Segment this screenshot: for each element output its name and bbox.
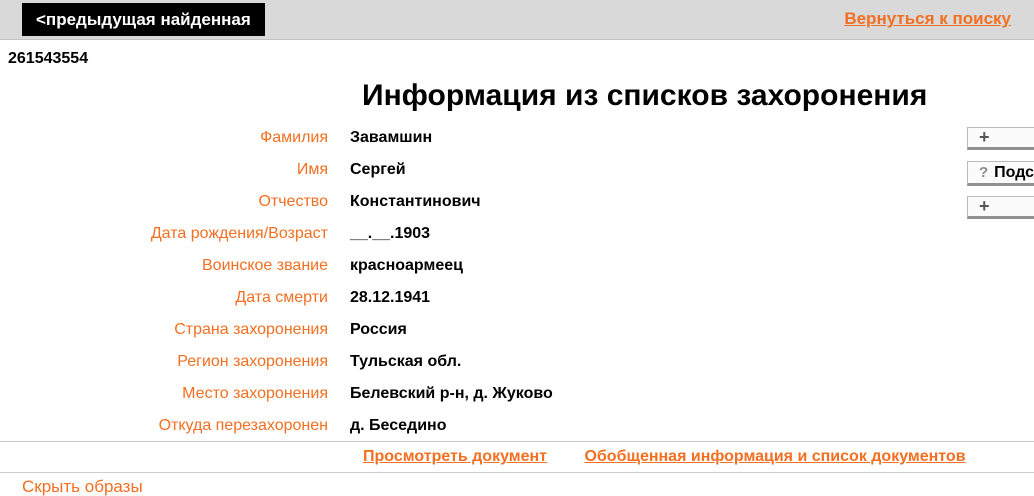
- add-row-button-surname[interactable]: +: [967, 127, 1034, 150]
- field-row-burial-region: Регион захоронения Тульская обл.: [0, 346, 1034, 378]
- field-row-burial-country: Страна захоронения Россия: [0, 314, 1034, 346]
- field-label-military-rank: Воинское звание: [202, 257, 328, 274]
- record-id: 261543554: [8, 50, 89, 67]
- field-row-reburied-from: Откуда перезахоронен д. Беседино: [0, 410, 1034, 442]
- field-label-given-name: Имя: [296, 161, 328, 178]
- field-label-surname: Фамилия: [260, 129, 328, 146]
- field-value-reburied-from: д. Беседино: [350, 417, 447, 434]
- field-row-burial-place: Место захоронения Белевский р-н, д. Жуко…: [0, 378, 1034, 410]
- burial-info-table: Фамилия Завамшин Имя Сергей Отчество Кон…: [0, 122, 1034, 442]
- top-bar: <предыдущая найденная Вернуться к поиску: [0, 0, 1034, 40]
- field-row-given-name: Имя Сергей: [0, 154, 1034, 186]
- field-label-birth-date: Дата рождения/Возраст: [150, 225, 328, 242]
- field-value-burial-country: Россия: [350, 321, 407, 338]
- question-mark-icon: ?: [979, 164, 989, 181]
- field-row-patronymic: Отчество Константинович: [0, 186, 1034, 218]
- field-value-military-rank: красноармеец: [350, 257, 463, 274]
- add-row-button-patronymic[interactable]: +: [967, 196, 1034, 219]
- summary-info-link[interactable]: Обобщенная информация и список документо…: [584, 448, 965, 465]
- field-value-patronymic: Константинович: [350, 193, 481, 210]
- field-value-given-name: Сергей: [350, 161, 406, 178]
- previous-found-button[interactable]: <предыдущая найденная: [22, 3, 265, 36]
- field-label-burial-country: Страна захоронения: [174, 321, 328, 338]
- view-document-link[interactable]: Просмотреть документ: [363, 448, 547, 465]
- back-to-search-link[interactable]: Вернуться к поиску: [844, 9, 1011, 29]
- field-row-military-rank: Воинское звание красноармеец: [0, 250, 1034, 282]
- field-label-patronymic: Отчество: [258, 193, 328, 210]
- field-value-burial-place: Белевский р-н, д. Жуково: [350, 385, 553, 402]
- hint-label: Подс: [994, 164, 1034, 181]
- field-value-death-date: 28.12.1941: [350, 289, 431, 306]
- hide-images-link[interactable]: Скрыть образы: [22, 477, 143, 496]
- field-row-death-date: Дата смерти 28.12.1941: [0, 282, 1034, 314]
- plus-icon: +: [979, 127, 990, 147]
- page-title: Информация из списков захоронения: [362, 79, 928, 112]
- plus-icon: +: [979, 196, 990, 216]
- hint-button[interactable]: ? Подс: [967, 161, 1034, 186]
- field-value-birth-date: __.__.1903: [350, 225, 431, 242]
- field-row-surname: Фамилия Завамшин: [0, 122, 1034, 154]
- field-label-reburied-from: Откуда перезахоронен: [158, 417, 328, 434]
- footer-links-row: Просмотреть документ Обобщенная информац…: [0, 441, 1034, 473]
- field-label-burial-region: Регион захоронения: [177, 353, 328, 370]
- field-label-burial-place: Место захоронения: [182, 385, 328, 402]
- field-value-surname: Завамшин: [350, 129, 433, 146]
- field-value-burial-region: Тульская обл.: [350, 353, 462, 370]
- field-label-death-date: Дата смерти: [235, 289, 328, 306]
- field-row-birth-date: Дата рождения/Возраст __.__.1903: [0, 218, 1034, 250]
